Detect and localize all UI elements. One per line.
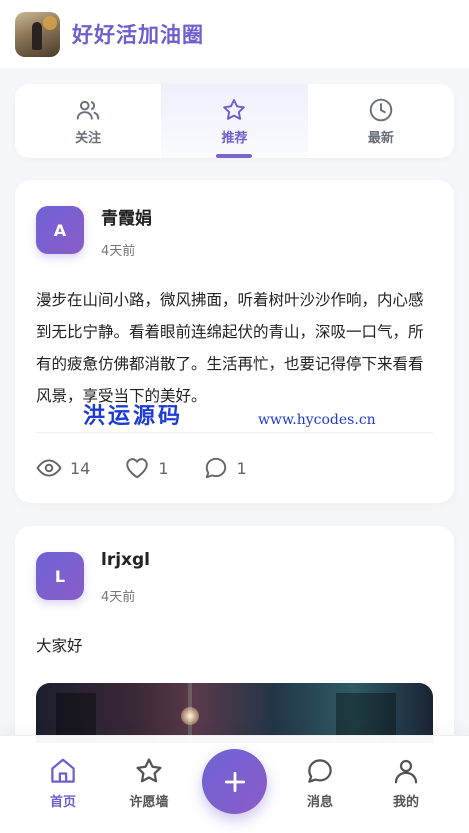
- user-icon: [394, 759, 418, 784]
- star-icon: [223, 98, 246, 120]
- nav-profile-label: 我的: [392, 795, 419, 810]
- post-content: 大家好: [36, 637, 83, 655]
- nav-profile[interactable]: 我的: [376, 756, 436, 810]
- home-icon: [51, 758, 75, 783]
- watermark-url: www.hycodes.cn: [258, 412, 376, 428]
- views-count: 14: [70, 458, 91, 478]
- nav-wishwall[interactable]: 许愿墙: [119, 756, 179, 810]
- like-button[interactable]: 1: [124, 455, 169, 481]
- message-icon: [308, 759, 332, 783]
- tab-latest-label: 最新: [367, 130, 394, 146]
- nav-wishwall-label: 许愿墙: [129, 795, 169, 810]
- post-image[interactable]: [36, 683, 433, 743]
- tab-following[interactable]: 关注: [15, 84, 161, 158]
- nav-messages[interactable]: 消息: [290, 756, 350, 810]
- create-post-button[interactable]: [202, 749, 267, 814]
- post-stats: 14 1 1: [36, 455, 281, 481]
- views-stat: 14: [36, 455, 90, 481]
- image-lamp: [181, 707, 199, 725]
- avatar[interactable]: L: [36, 552, 84, 600]
- plus-icon: [224, 771, 245, 792]
- tab-following-label: 关注: [75, 130, 102, 146]
- avatar[interactable]: A: [36, 206, 84, 254]
- comments-count: 1: [236, 458, 247, 478]
- post-divider: [36, 432, 433, 433]
- clock-icon: [369, 98, 393, 121]
- users-icon: [76, 100, 100, 120]
- likes-count: 1: [158, 458, 169, 478]
- star-icon: [136, 758, 162, 783]
- nav-messages-label: 消息: [306, 795, 333, 810]
- post-username[interactable]: 青霞娟: [101, 204, 152, 229]
- comment-icon: [205, 457, 226, 479]
- tab-latest[interactable]: 最新: [308, 84, 454, 158]
- post-time: 4天前: [101, 244, 136, 259]
- app-header: 好好活加油圈: [0, 0, 469, 68]
- watermark-text: 洪运源码: [83, 403, 184, 429]
- post-time: 4天前: [101, 590, 136, 605]
- bottom-nav: 首页 许愿墙 消息 我的: [0, 735, 469, 833]
- heart-icon: [126, 458, 149, 479]
- app-title: 好好活加油圈: [72, 23, 204, 47]
- post-content: 漫步在山间小路，微风拂面，听着树叶沙沙作响，内心感到无比宁静。看着眼前连绵起伏的…: [36, 291, 424, 405]
- eye-icon: [36, 459, 62, 477]
- comment-button[interactable]: 1: [203, 455, 247, 481]
- tab-recommended-label: 推荐: [221, 130, 248, 146]
- nav-home-label: 首页: [49, 795, 76, 810]
- logo-figure: [32, 21, 42, 50]
- tab-recommended[interactable]: 推荐: [161, 84, 308, 158]
- nav-home[interactable]: 首页: [33, 756, 93, 810]
- logo-leaf: [43, 15, 57, 30]
- feed-tabs: 关注 推荐 最新: [15, 84, 454, 158]
- post-card[interactable]: L lrjxgl 4天前 大家好: [15, 526, 454, 766]
- app-logo[interactable]: [15, 11, 60, 57]
- post-username[interactable]: lrjxgl: [101, 550, 150, 570]
- post-card[interactable]: A 青霞娟 4天前 漫步在山间小路，微风拂面，听着树叶沙沙作响，内心感到无比宁静…: [15, 180, 454, 503]
